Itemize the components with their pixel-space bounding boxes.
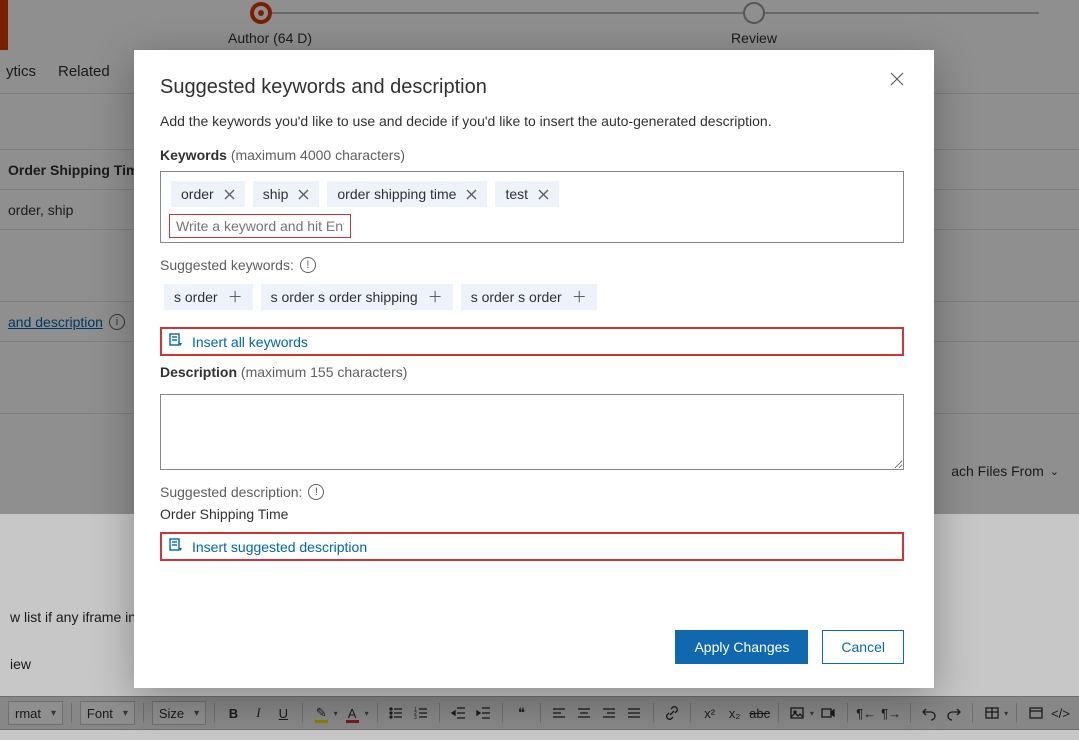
- modal-subhead: Add the keywords you'd like to use and d…: [160, 113, 904, 129]
- info-icon[interactable]: !: [308, 484, 324, 500]
- add-chip-icon[interactable]: ＋: [428, 290, 443, 305]
- info-icon[interactable]: !: [300, 257, 316, 273]
- description-label: Description (maximum 155 characters): [160, 364, 904, 380]
- insert-icon: [168, 537, 184, 556]
- close-icon: [890, 72, 904, 86]
- keywords-input-box[interactable]: order ship order shipping time test: [160, 171, 904, 243]
- close-button[interactable]: [890, 72, 910, 92]
- keyword-chip[interactable]: order shipping time: [327, 181, 487, 207]
- suggested-description-label: Suggested description: !: [160, 484, 904, 500]
- modal-footer: Apply Changes Cancel: [160, 610, 904, 664]
- keyword-chip[interactable]: ship: [253, 181, 320, 207]
- remove-chip-icon[interactable]: [538, 189, 549, 200]
- remove-chip-icon[interactable]: [298, 189, 309, 200]
- insert-all-keywords-button[interactable]: Insert all keywords: [160, 327, 904, 356]
- keyword-chip[interactable]: test: [495, 181, 559, 207]
- add-chip-icon[interactable]: ＋: [572, 290, 587, 305]
- keyword-input-highlight: [169, 214, 351, 238]
- remove-chip-icon[interactable]: [466, 189, 477, 200]
- modal-title: Suggested keywords and description: [160, 76, 904, 99]
- suggested-keyword-chip[interactable]: s order s order＋: [461, 284, 597, 310]
- cancel-button[interactable]: Cancel: [822, 630, 904, 664]
- suggested-keyword-chip[interactable]: s order＋: [164, 284, 253, 310]
- apply-changes-button[interactable]: Apply Changes: [675, 630, 808, 664]
- suggested-keywords-list: s order＋ s order s order shipping＋ s order…: [160, 281, 904, 313]
- suggested-description-value: Order Shipping Time: [160, 506, 904, 522]
- modal-overlay: Suggested keywords and description Add t…: [0, 0, 1079, 740]
- description-textarea[interactable]: [160, 394, 904, 470]
- keywords-label: Keywords (maximum 4000 characters): [160, 147, 904, 163]
- add-chip-icon[interactable]: ＋: [228, 290, 243, 305]
- insert-icon: [168, 332, 184, 351]
- remove-chip-icon[interactable]: [224, 189, 235, 200]
- suggested-keyword-chip[interactable]: s order s order shipping＋: [261, 284, 453, 310]
- keyword-input[interactable]: [170, 215, 350, 237]
- suggested-keywords-label: Suggested keywords: !: [160, 257, 904, 273]
- keyword-chip[interactable]: order: [171, 181, 245, 207]
- insert-suggested-description-button[interactable]: Insert suggested description: [160, 532, 904, 561]
- suggested-keywords-modal: Suggested keywords and description Add t…: [134, 50, 934, 688]
